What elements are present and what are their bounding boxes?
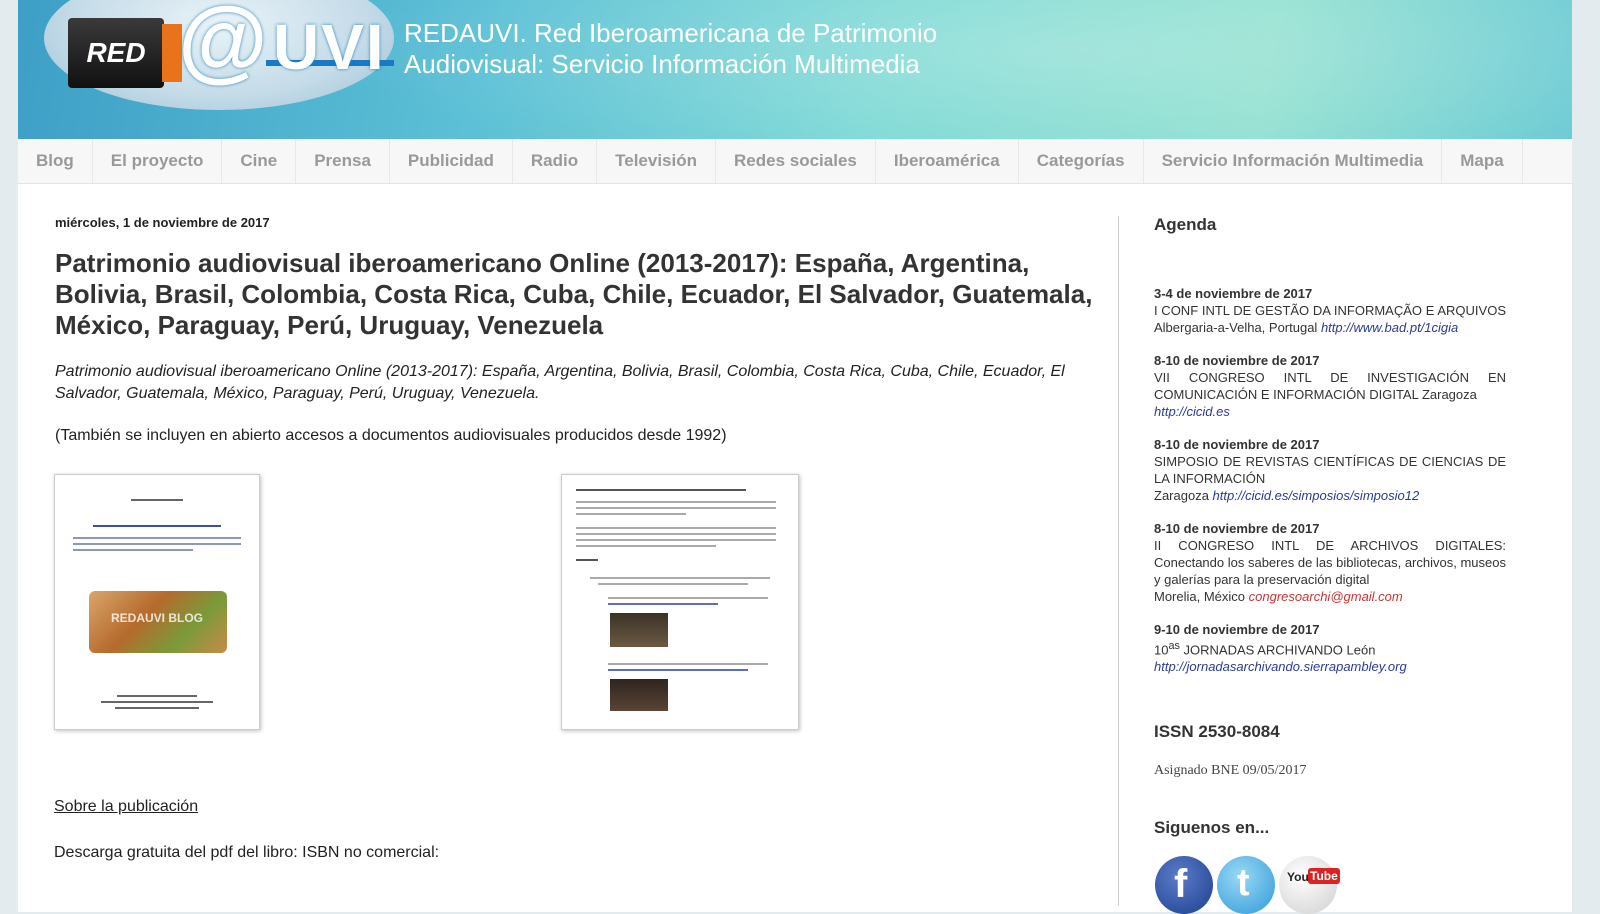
- event-location: Zaragoza: [1154, 488, 1209, 503]
- event-date: 8-10 de noviembre de 2017: [1154, 437, 1320, 452]
- logo-red-block[interactable]: RED: [68, 18, 164, 88]
- post-intro: Patrimonio audiovisual iberoamericano On…: [55, 363, 1065, 402]
- issn-heading: ISSN 2530-8084: [1154, 722, 1280, 741]
- agenda-heading: Agenda: [1154, 215, 1217, 234]
- nav-television[interactable]: Televisión: [597, 139, 717, 183]
- nav-mapa[interactable]: Mapa: [1442, 139, 1523, 183]
- event-date: 8-10 de noviembre de 2017: [1154, 353, 1320, 368]
- nav-iberoamerica[interactable]: Iberoamérica: [876, 139, 1019, 183]
- event-date: 3-4 de noviembre de 2017: [1154, 286, 1313, 301]
- event-superscript: as: [1168, 640, 1180, 652]
- video-still-1: [610, 613, 668, 647]
- contents-sample-thumbnail[interactable]: [561, 474, 799, 730]
- agenda-event: 8-10 de noviembre de 2017 SIMPOSIO DE RE…: [1154, 436, 1506, 504]
- event-number: 10: [1154, 642, 1169, 658]
- event-date: 9-10 de noviembre de 2017: [1154, 622, 1320, 637]
- sidebar-divider: [1118, 216, 1119, 906]
- nav-categorias[interactable]: Categorías: [1019, 139, 1144, 183]
- event-text: JORNADAS ARCHIVANDO León: [1179, 642, 1376, 658]
- nav-publicidad[interactable]: Publicidad: [390, 139, 513, 183]
- site-title[interactable]: REDAUVI. Red Iberoamericana de Patrimoni…: [404, 18, 937, 80]
- nav-blog[interactable]: Blog: [18, 139, 93, 183]
- nav-prensa[interactable]: Prensa: [296, 139, 390, 183]
- post-body: miércoles, 1 de noviembre de 2017 Patrim…: [55, 215, 1105, 445]
- blog-header: RED @ UVI REDAUVI. Red Iberoamericana de…: [18, 0, 1572, 139]
- nav-radio[interactable]: Radio: [513, 139, 598, 183]
- follow-heading: Siguenos en...: [1154, 818, 1270, 837]
- page: RED @ UVI REDAUVI. Red Iberoamericana de…: [18, 0, 1572, 914]
- site-title-line1[interactable]: REDAUVI. Red Iberoamericana de Patrimoni…: [404, 18, 937, 49]
- youtube-icon[interactable]: You Tube: [1279, 856, 1340, 914]
- sidebar: Agenda 3-4 de noviembre de 2017 I CONF I…: [1154, 215, 1506, 691]
- event-email-link[interactable]: congresoarchi@gmail.com: [1249, 589, 1403, 604]
- post-title[interactable]: Patrimonio audiovisual iberoamericano On…: [55, 248, 1105, 341]
- book-cover-page: REDAUVI BLOG: [61, 481, 253, 723]
- facebook-icon[interactable]: f: [1155, 856, 1213, 914]
- event-text: VII CONGRESO INTL DE INVESTIGACIÓN EN CO…: [1154, 370, 1506, 402]
- nav-cine[interactable]: Cine: [222, 139, 297, 183]
- event-link[interactable]: http://cicid.es/simposios/simposio12: [1213, 488, 1420, 503]
- nav-el-proyecto[interactable]: El proyecto: [93, 139, 223, 183]
- download-text: Descarga gratuita del pdf del libro: ISB…: [54, 844, 440, 861]
- logo-at-symbol[interactable]: @: [178, 0, 268, 86]
- thumb-watermark: REDAUVI BLOG: [111, 611, 204, 625]
- nav-servicio-informacion[interactable]: Servicio Información Multimedia: [1144, 139, 1443, 183]
- event-link[interactable]: http://cicid.es: [1154, 404, 1230, 419]
- agenda-event: 3-4 de noviembre de 2017 I CONF INTL DE …: [1154, 285, 1506, 336]
- post-date: miércoles, 1 de noviembre de 2017: [55, 215, 270, 230]
- logo-uvi-text[interactable]: UVI: [273, 12, 386, 82]
- book-cover-thumbnail[interactable]: REDAUVI BLOG: [54, 474, 260, 730]
- event-date: 8-10 de noviembre de 2017: [1154, 521, 1320, 536]
- event-text: SIMPOSIO DE REVISTAS CIENTÍFICAS DE CIEN…: [1154, 454, 1506, 486]
- event-location: Morelia, México: [1154, 589, 1246, 604]
- contents-sample-page: [568, 481, 792, 723]
- site-title-line2[interactable]: Audiovisual: Servicio Información Multim…: [404, 49, 937, 80]
- agenda-event: 8-10 de noviembre de 2017 VII CONGRESO I…: [1154, 352, 1506, 420]
- post-note: (También se incluyen en abierto accesos …: [55, 427, 727, 444]
- event-link[interactable]: http://jornadasarchivando.sierrapambley.…: [1154, 659, 1407, 674]
- event-link[interactable]: http://www.bad.pt/1cigia: [1321, 320, 1458, 335]
- agenda-event: 9-10 de noviembre de 2017 10as JORNADAS …: [1154, 621, 1506, 675]
- world-map-image: REDAUVI BLOG: [89, 591, 227, 653]
- twitter-icon[interactable]: t: [1217, 856, 1275, 914]
- event-text: II CONGRESO INTL DE ARCHIVOS DIGITALES: …: [1154, 538, 1506, 587]
- issn-note: Asignado BNE 09/05/2017: [1154, 763, 1307, 778]
- agenda-event: 8-10 de noviembre de 2017 II CONGRESO IN…: [1154, 520, 1506, 605]
- top-navigation: Blog El proyecto Cine Prensa Publicidad …: [18, 139, 1572, 184]
- about-publication-link[interactable]: Sobre la publicación: [54, 798, 198, 816]
- nav-redes-sociales[interactable]: Redes sociales: [716, 139, 876, 183]
- video-still-2: [610, 679, 668, 711]
